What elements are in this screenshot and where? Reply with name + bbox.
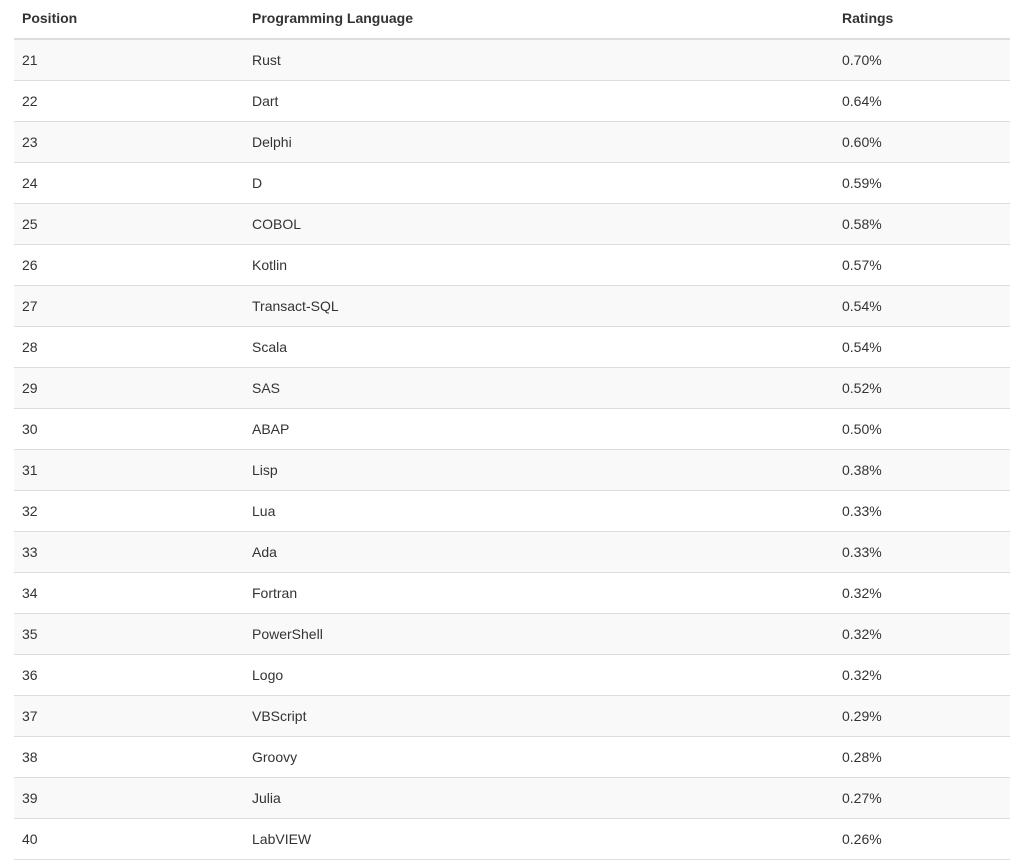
cell-ratings: 0.57%: [834, 245, 1010, 286]
cell-language: COBOL: [244, 204, 834, 245]
cell-position: 40: [14, 819, 244, 860]
cell-position: 33: [14, 532, 244, 573]
cell-position: 39: [14, 778, 244, 819]
cell-language: PowerShell: [244, 614, 834, 655]
cell-language: VBScript: [244, 696, 834, 737]
cell-language: SAS: [244, 368, 834, 409]
table-row: 39Julia0.27%: [14, 778, 1010, 819]
cell-language: Julia: [244, 778, 834, 819]
cell-language: Fortran: [244, 573, 834, 614]
cell-language: Transact-SQL: [244, 286, 834, 327]
table-row: 23Delphi0.60%: [14, 122, 1010, 163]
language-ranking-table: Position Programming Language Ratings 21…: [14, 0, 1010, 860]
cell-position: 26: [14, 245, 244, 286]
table-row: 31Lisp0.38%: [14, 450, 1010, 491]
cell-position: 25: [14, 204, 244, 245]
cell-position: 23: [14, 122, 244, 163]
cell-ratings: 0.54%: [834, 327, 1010, 368]
table-row: 27Transact-SQL0.54%: [14, 286, 1010, 327]
table-row: 28Scala0.54%: [14, 327, 1010, 368]
cell-language: Delphi: [244, 122, 834, 163]
table-row: 24D0.59%: [14, 163, 1010, 204]
table-row: 34Fortran0.32%: [14, 573, 1010, 614]
cell-ratings: 0.28%: [834, 737, 1010, 778]
header-ratings: Ratings: [834, 0, 1010, 39]
cell-language: Lisp: [244, 450, 834, 491]
cell-language: Kotlin: [244, 245, 834, 286]
cell-ratings: 0.52%: [834, 368, 1010, 409]
header-position: Position: [14, 0, 244, 39]
language-ranking-table-container: Position Programming Language Ratings 21…: [0, 0, 1024, 860]
cell-ratings: 0.60%: [834, 122, 1010, 163]
cell-language: Groovy: [244, 737, 834, 778]
table-row: 35PowerShell0.32%: [14, 614, 1010, 655]
cell-position: 36: [14, 655, 244, 696]
cell-position: 35: [14, 614, 244, 655]
table-body: 21Rust0.70%22Dart0.64%23Delphi0.60%24D0.…: [14, 39, 1010, 860]
cell-position: 32: [14, 491, 244, 532]
cell-ratings: 0.33%: [834, 532, 1010, 573]
table-header-row: Position Programming Language Ratings: [14, 0, 1010, 39]
cell-language: Lua: [244, 491, 834, 532]
cell-position: 34: [14, 573, 244, 614]
header-language: Programming Language: [244, 0, 834, 39]
table-row: 33Ada0.33%: [14, 532, 1010, 573]
table-row: 26Kotlin0.57%: [14, 245, 1010, 286]
cell-position: 22: [14, 81, 244, 122]
cell-ratings: 0.50%: [834, 409, 1010, 450]
cell-ratings: 0.32%: [834, 573, 1010, 614]
cell-position: 21: [14, 39, 244, 81]
cell-position: 30: [14, 409, 244, 450]
cell-language: Logo: [244, 655, 834, 696]
cell-position: 29: [14, 368, 244, 409]
cell-language: ABAP: [244, 409, 834, 450]
table-row: 40LabVIEW0.26%: [14, 819, 1010, 860]
cell-ratings: 0.27%: [834, 778, 1010, 819]
cell-position: 31: [14, 450, 244, 491]
cell-ratings: 0.54%: [834, 286, 1010, 327]
cell-position: 27: [14, 286, 244, 327]
table-row: 32Lua0.33%: [14, 491, 1010, 532]
table-row: 36Logo0.32%: [14, 655, 1010, 696]
cell-position: 28: [14, 327, 244, 368]
cell-ratings: 0.29%: [834, 696, 1010, 737]
cell-ratings: 0.58%: [834, 204, 1010, 245]
table-row: 30ABAP0.50%: [14, 409, 1010, 450]
cell-language: Dart: [244, 81, 834, 122]
cell-ratings: 0.64%: [834, 81, 1010, 122]
cell-position: 37: [14, 696, 244, 737]
cell-language: LabVIEW: [244, 819, 834, 860]
cell-ratings: 0.26%: [834, 819, 1010, 860]
table-row: 37VBScript0.29%: [14, 696, 1010, 737]
table-row: 29SAS0.52%: [14, 368, 1010, 409]
cell-ratings: 0.38%: [834, 450, 1010, 491]
cell-ratings: 0.70%: [834, 39, 1010, 81]
cell-ratings: 0.32%: [834, 655, 1010, 696]
cell-language: Rust: [244, 39, 834, 81]
cell-language: Ada: [244, 532, 834, 573]
cell-language: D: [244, 163, 834, 204]
table-row: 22Dart0.64%: [14, 81, 1010, 122]
cell-language: Scala: [244, 327, 834, 368]
cell-ratings: 0.32%: [834, 614, 1010, 655]
cell-ratings: 0.59%: [834, 163, 1010, 204]
table-row: 25COBOL0.58%: [14, 204, 1010, 245]
cell-position: 24: [14, 163, 244, 204]
table-row: 21Rust0.70%: [14, 39, 1010, 81]
cell-ratings: 0.33%: [834, 491, 1010, 532]
cell-position: 38: [14, 737, 244, 778]
table-row: 38Groovy0.28%: [14, 737, 1010, 778]
